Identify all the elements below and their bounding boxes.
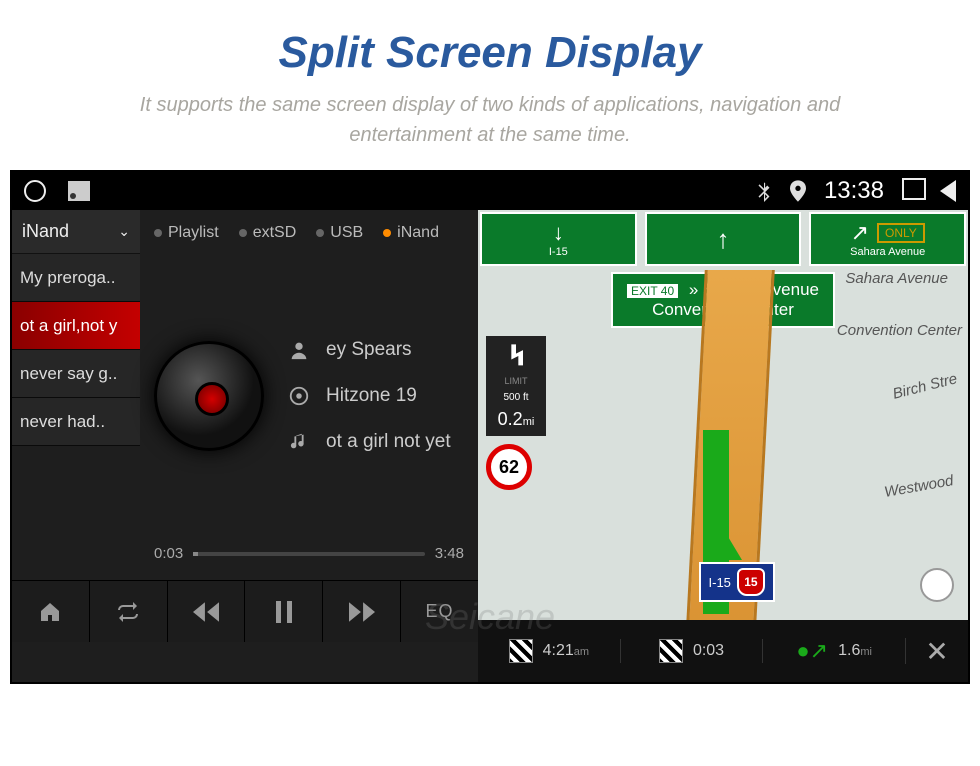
playlist-item[interactable]: ot a girl,not y: [12, 302, 140, 350]
nav-pane[interactable]: ↓ I-15 ↑ ↗ ONLY Sahara Avenue EXIT 40 » …: [478, 210, 968, 682]
turn-distance-box: LIMIT 500 ft 0.2mi: [486, 336, 546, 436]
limit-label: LIMIT: [504, 376, 527, 386]
tab-playlist[interactable]: Playlist: [154, 224, 219, 242]
checkered-flag-icon: [509, 639, 533, 663]
location-icon: [790, 180, 806, 202]
source-tabs: Playlist extSD USB iNand: [154, 218, 464, 252]
progress-bar[interactable]: [193, 552, 425, 556]
artist-icon: [286, 337, 312, 363]
playlist-item[interactable]: never say g..: [12, 350, 140, 398]
route-shield: I-15 15: [699, 562, 775, 602]
elapsed-time: 0:03: [154, 545, 183, 562]
highway-sign-straight: ↑: [645, 212, 802, 266]
limit-footer: 500 ft: [503, 392, 528, 403]
interstate-badge-icon: 15: [737, 568, 765, 596]
trip-distance-segment[interactable]: ●↗ 1.6mi: [763, 638, 906, 664]
prev-button[interactable]: [168, 581, 246, 642]
eq-button[interactable]: EQ: [401, 581, 478, 642]
trip-time-segment[interactable]: 0:03: [621, 639, 764, 663]
speed-limit-sign: 62: [486, 444, 532, 490]
recent-apps-icon[interactable]: [24, 180, 46, 202]
vehicle-cursor-icon: [706, 530, 742, 560]
next-button[interactable]: [323, 581, 401, 642]
source-selected-label: iNand: [22, 221, 69, 242]
tab-usb[interactable]: USB: [316, 224, 363, 242]
map-street-label: Westwood: [883, 472, 955, 501]
map-street-label: Sahara Avenue: [845, 270, 948, 287]
multiwindow-icon[interactable]: [902, 182, 922, 200]
status-time: 13:38: [824, 177, 884, 205]
highway-sign-street: ↗ ONLY Sahara Avenue: [809, 212, 966, 266]
page-title: Split Screen Display: [0, 0, 980, 90]
back-icon[interactable]: [940, 180, 956, 202]
checkered-flag-icon: [659, 639, 683, 663]
repeat-button[interactable]: [90, 581, 168, 642]
album-icon: [286, 383, 312, 409]
chevron-down-icon: ⌄: [118, 223, 130, 240]
device-frame: 13:38 iNand ⌄ My preroga.. ot a girl,not…: [10, 170, 970, 684]
only-badge: ONLY: [877, 223, 925, 243]
pause-button[interactable]: [245, 581, 323, 642]
highway-sign-freeway: ↓ I-15: [480, 212, 637, 266]
nav-bottom-bar: 4:21am 0:03 ●↗ 1.6mi ✕: [478, 620, 968, 682]
track-label: ot a girl not yet: [326, 431, 451, 453]
map-street-label: Convention Center: [837, 322, 962, 339]
playlist-item[interactable]: My preroga..: [12, 254, 140, 302]
tab-inand[interactable]: iNand: [383, 224, 439, 242]
statusbar: 13:38: [12, 172, 968, 210]
tab-extsd[interactable]: extSD: [239, 224, 297, 242]
album-label: Hitzone 19: [326, 385, 417, 407]
page-subtitle: It supports the same screen display of t…: [0, 90, 980, 170]
exit-tag: EXIT 40: [627, 284, 678, 298]
gallery-icon[interactable]: [68, 181, 90, 201]
close-nav-button[interactable]: ✕: [906, 635, 968, 668]
playlist-column: iNand ⌄ My preroga.. ot a girl,not y nev…: [12, 210, 140, 580]
artist-label: ey Spears: [326, 339, 412, 361]
compass-icon[interactable]: [920, 568, 954, 602]
eta-segment[interactable]: 4:21am: [478, 639, 621, 663]
close-icon: ✕: [925, 635, 948, 668]
album-art-disc: [154, 341, 264, 451]
source-dropdown[interactable]: iNand ⌄: [12, 210, 140, 254]
media-pane: iNand ⌄ My preroga.. ot a girl,not y nev…: [12, 210, 478, 682]
home-button[interactable]: [12, 581, 90, 642]
bluetooth-icon: [756, 180, 772, 202]
total-time: 3:48: [435, 545, 464, 562]
playlist-item[interactable]: never had..: [12, 398, 140, 446]
media-controls: EQ: [12, 580, 478, 642]
map-street-label: Birch Stre: [891, 370, 959, 402]
dot-icon: ●↗: [796, 638, 828, 664]
track-icon: [286, 429, 312, 455]
